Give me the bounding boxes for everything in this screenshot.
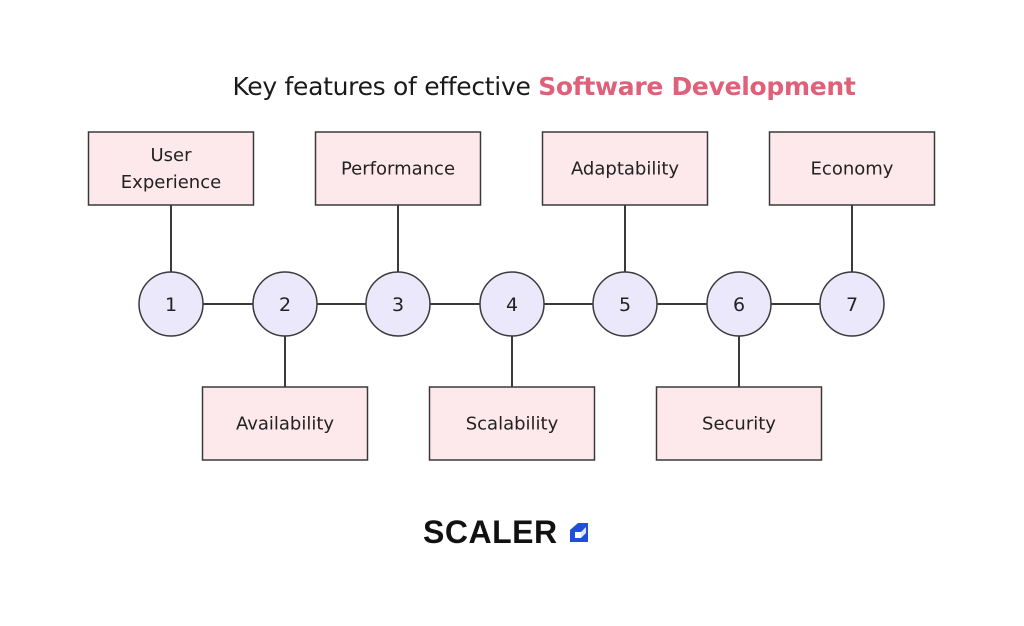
feature-number-node: 4 <box>479 271 545 337</box>
feature-number-node: 2 <box>252 271 318 337</box>
feature-label: Performance <box>341 159 455 180</box>
feature-box: Security <box>655 386 823 461</box>
feature-label: Scalability <box>466 414 559 435</box>
feature-number: 4 <box>506 294 518 316</box>
feature-label: User <box>150 145 192 166</box>
feature-box: User Experience <box>87 131 255 206</box>
feature-number: 1 <box>165 294 177 316</box>
feature-number: 5 <box>619 294 631 316</box>
feature-box: Scalability <box>428 386 596 461</box>
feature-number: 6 <box>733 294 745 316</box>
feature-box-rect <box>87 131 255 206</box>
logo-text: SCALER <box>423 514 558 550</box>
feature-number-node: 7 <box>819 271 885 337</box>
scaler-logo: SCALER <box>423 514 592 551</box>
feature-box: Performance <box>314 131 482 206</box>
feature-box: Adaptability <box>541 131 709 206</box>
feature-number: 7 <box>846 294 858 316</box>
feature-box: Economy <box>768 131 936 206</box>
feature-nodes: User Experience 1 Availability 2 Performance 3… <box>87 131 936 461</box>
feature-number-node: 1 <box>138 271 204 337</box>
feature-label: Availability <box>236 414 334 435</box>
scaler-cube-icon <box>569 522 588 542</box>
feature-number-node: 5 <box>592 271 658 337</box>
feature-label: Economy <box>811 159 894 180</box>
feature-number-node: 3 <box>365 271 431 337</box>
feature-number: 2 <box>279 294 291 316</box>
feature-label: Security <box>702 414 776 435</box>
feature-label: Experience <box>121 172 221 193</box>
feature-label: Adaptability <box>571 159 679 180</box>
feature-box: Availability <box>201 386 369 461</box>
feature-number-node: 6 <box>706 271 772 337</box>
feature-number: 3 <box>392 294 404 316</box>
